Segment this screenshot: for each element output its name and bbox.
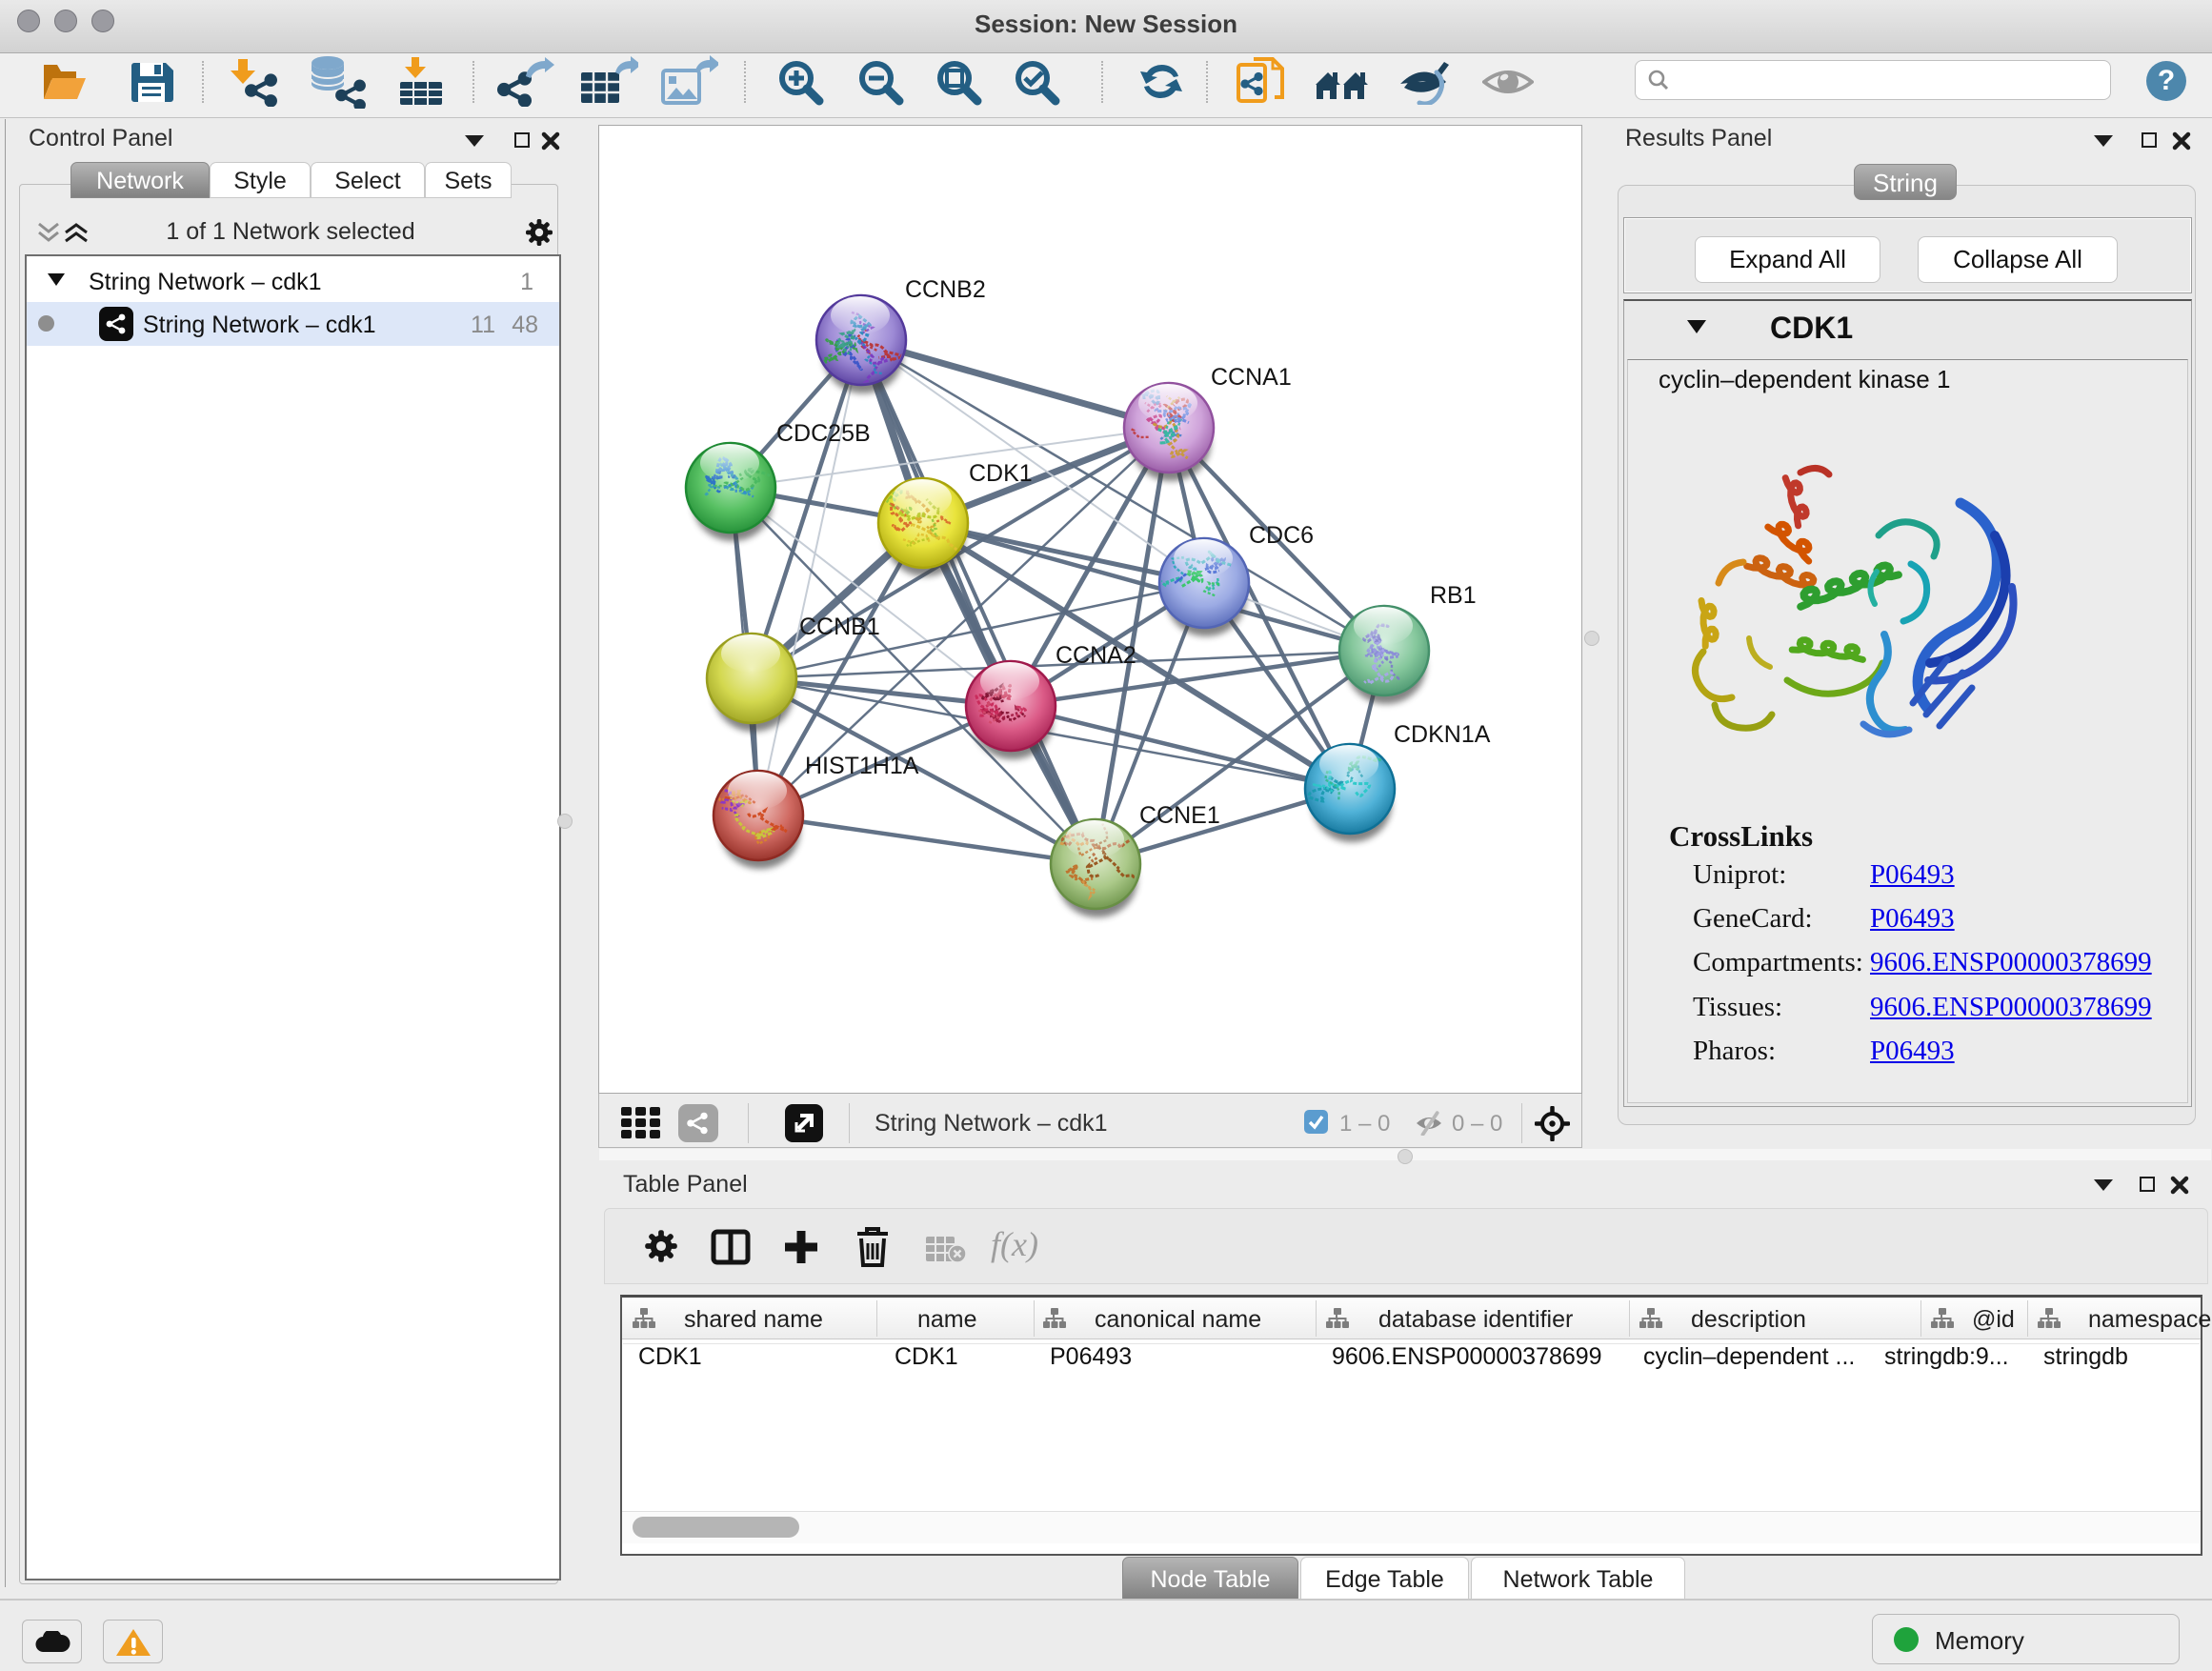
svg-text:CCNA2: CCNA2 — [1056, 642, 1136, 669]
svg-text:CDK1: CDK1 — [969, 460, 1033, 487]
svg-text:CCNB2: CCNB2 — [905, 276, 986, 303]
svg-text:CDC25B: CDC25B — [776, 420, 871, 447]
svg-text:CDKN1A: CDKN1A — [1394, 721, 1491, 748]
svg-text:HIST1H1A: HIST1H1A — [805, 753, 919, 779]
svg-text:CCNA1: CCNA1 — [1211, 364, 1292, 391]
svg-text:CCNE1: CCNE1 — [1139, 802, 1220, 829]
svg-text:RB1: RB1 — [1430, 582, 1477, 609]
svg-text:CCNB1: CCNB1 — [799, 614, 880, 640]
svg-text:CDC6: CDC6 — [1249, 522, 1314, 549]
